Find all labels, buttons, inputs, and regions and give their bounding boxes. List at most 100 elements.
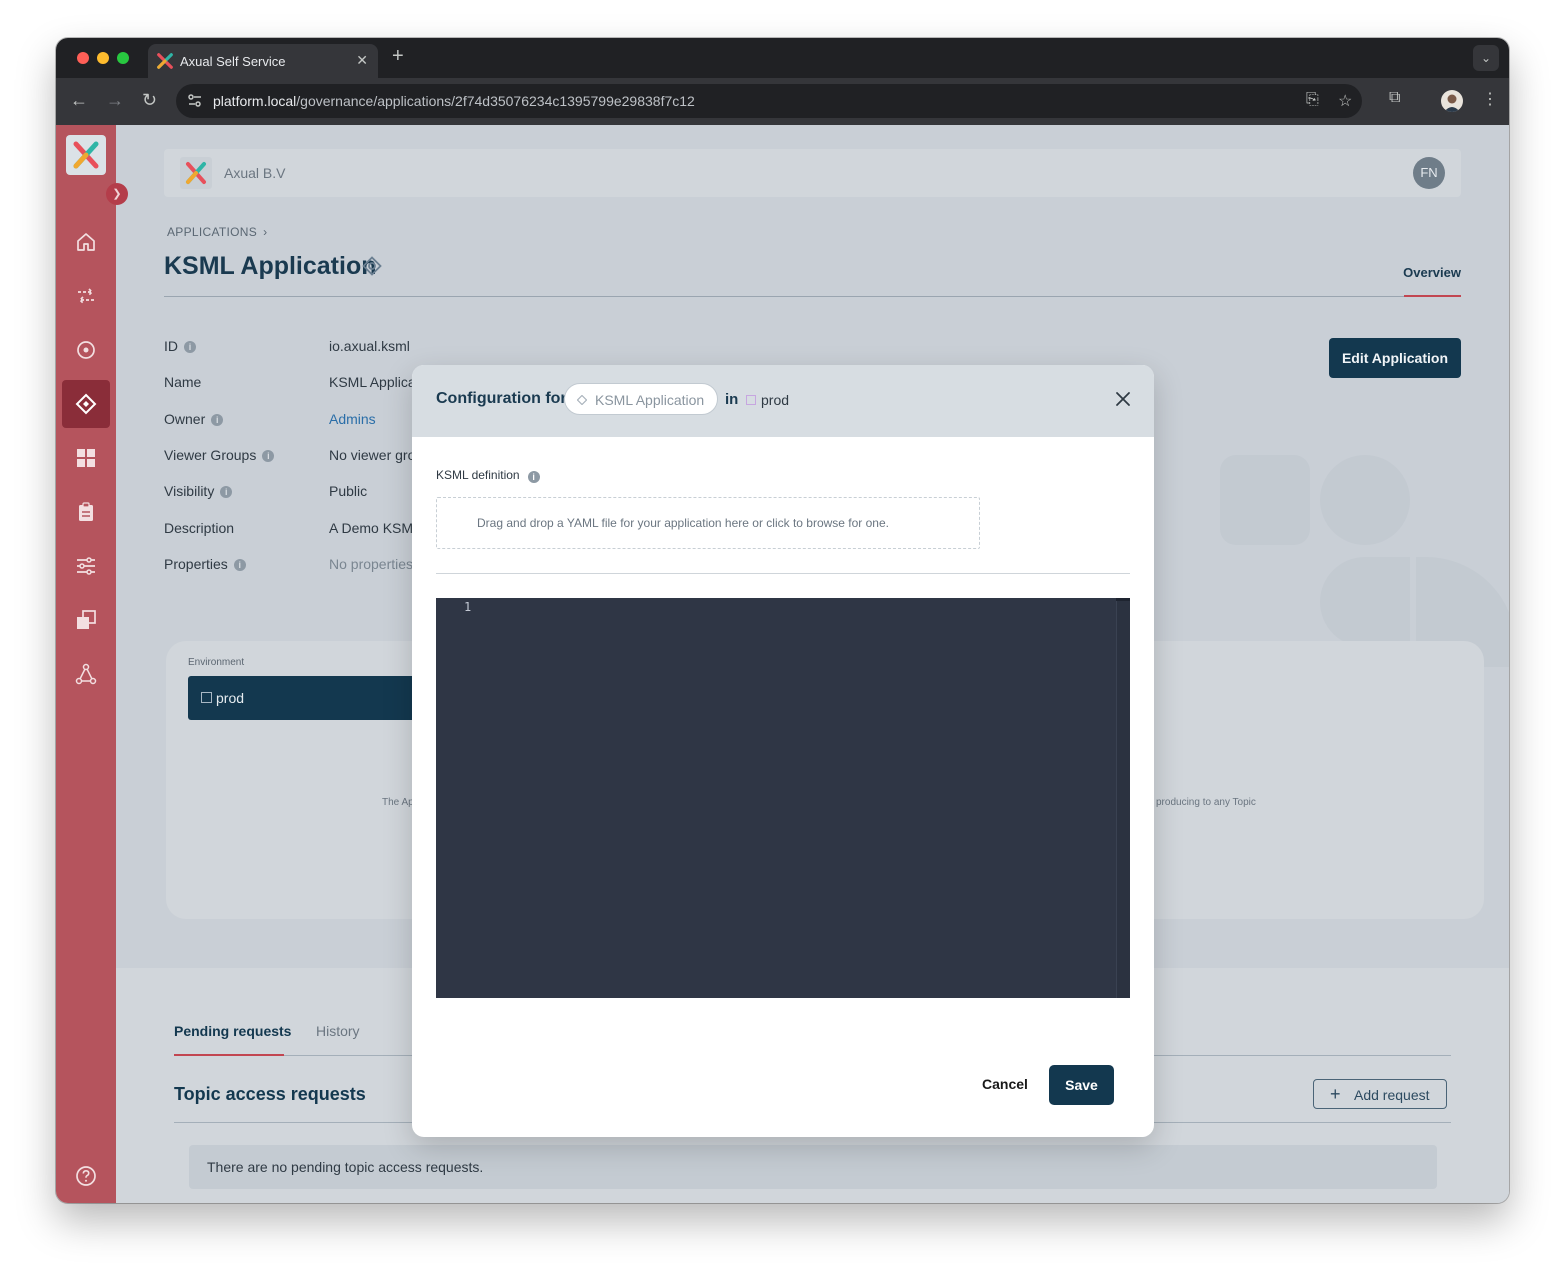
plus-icon: + [1330, 1084, 1341, 1104]
sidebar-item-dashboard[interactable] [62, 434, 110, 482]
sidebar-logo[interactable] [66, 135, 106, 175]
modal-title: Configuration for [436, 390, 567, 407]
environment-message-right: producing to any Topic [1156, 797, 1256, 808]
browser-tab[interactable]: Axual Self Service ✕ [148, 44, 378, 78]
network-icon [75, 663, 97, 685]
minimize-window-button[interactable] [97, 52, 109, 64]
install-app-icon[interactable]: ⎘ [1306, 91, 1319, 109]
edit-application-button[interactable]: Edit Application [1329, 338, 1461, 378]
tab-pending-indicator [174, 1054, 284, 1056]
axual-logo-icon [157, 53, 173, 69]
add-request-button[interactable]: + Add request [1313, 1079, 1447, 1109]
info-icon[interactable]: i [184, 341, 196, 353]
tab-history[interactable]: History [316, 1023, 360, 1039]
sidebar-item-applications[interactable] [62, 380, 110, 428]
topic-requests-title: Topic access requests [174, 1084, 366, 1104]
cancel-button[interactable]: Cancel [982, 1076, 1028, 1092]
sidebar-item-requests[interactable] [62, 488, 110, 536]
extensions-icon[interactable]: ⧉ [1389, 89, 1400, 107]
app-root: ❯ Axual B.V FN APPLICATIONS › KSML Appli… [56, 125, 1509, 1203]
prop-value-id: io.axual.ksml [329, 338, 410, 354]
sidebar-item-environments[interactable] [62, 596, 110, 644]
application-icon [362, 256, 382, 276]
help-icon[interactable] [75, 1165, 97, 1187]
close-window-button[interactable] [77, 52, 89, 64]
org-logo[interactable] [180, 157, 212, 189]
grid-icon [77, 449, 95, 467]
sidebar-item-topics[interactable] [62, 326, 110, 374]
maximize-window-button[interactable] [117, 52, 129, 64]
prop-label-description: Description [164, 520, 235, 536]
decorative-shape [1320, 557, 1410, 647]
prop-label-viewer-groups: Viewer Groups i [164, 447, 275, 463]
modal-header: Configuration for KSML Application in pr… [412, 365, 1154, 437]
site-settings-icon[interactable] [186, 92, 204, 110]
bookmark-star-icon[interactable]: ☆ [1338, 91, 1352, 111]
clipboard-icon [79, 502, 93, 521]
save-button[interactable]: Save [1049, 1065, 1114, 1105]
empty-state: There are no pending topic access reques… [189, 1145, 1437, 1189]
editor-scrollbar-thumb[interactable] [1116, 598, 1130, 601]
browser-menu-icon[interactable]: ⋮ [1482, 89, 1498, 109]
back-icon[interactable]: ← [70, 90, 88, 111]
sidebar-item-settings[interactable] [62, 542, 110, 590]
browser-toolbar: ← → ↻ platform.local/governance/applicat… [56, 78, 1509, 125]
prop-value-viewer-groups: No viewer gro [329, 447, 416, 463]
org-name: Axual B.V [224, 165, 286, 181]
page-title: KSML Application [164, 252, 377, 280]
tab-overview[interactable]: Overview [1403, 265, 1461, 280]
prop-value-properties: No properties [329, 556, 414, 572]
application-pill: KSML Application [564, 383, 718, 415]
streams-icon [78, 288, 94, 304]
environment-icon [746, 395, 756, 405]
tab-overview-indicator [1404, 295, 1461, 297]
modal-divider [436, 573, 1130, 574]
info-icon[interactable]: i [527, 471, 540, 483]
tab-close-icon[interactable]: ✕ [356, 52, 368, 69]
home-icon [77, 233, 95, 251]
sidebar: ❯ [56, 125, 128, 1203]
reload-icon[interactable]: ↻ [142, 90, 157, 111]
line-number: 1 [464, 600, 472, 614]
decorative-shape [1220, 455, 1310, 545]
prop-label-owner: Owner i [164, 411, 224, 427]
modal-in-label: in [725, 391, 739, 408]
axual-logo-icon [186, 162, 206, 184]
topic-icon [77, 341, 95, 359]
environment-message-left: The Ap [382, 797, 414, 808]
yaml-dropzone[interactable]: Drag and drop a YAML file for your appli… [436, 497, 980, 549]
user-avatar[interactable]: FN [1413, 157, 1445, 189]
title-divider [164, 296, 1461, 297]
axual-logo-icon [73, 141, 99, 169]
info-icon[interactable]: i [211, 414, 224, 426]
profile-avatar[interactable] [1441, 90, 1463, 112]
sidebar-item-instances[interactable] [62, 650, 110, 698]
browser-window: Axual Self Service ✕ + ⌄ ← → ↻ platform.… [56, 38, 1509, 1203]
breadcrumb[interactable]: APPLICATIONS › [167, 225, 267, 239]
modal-environment: prod [761, 392, 790, 408]
address-bar[interactable]: platform.local/governance/applications/2… [176, 84, 1362, 118]
sidebar-item-streams[interactable] [62, 272, 110, 320]
forward-icon[interactable]: → [106, 90, 124, 111]
decorative-shape [1320, 455, 1410, 545]
environment-icon [201, 692, 212, 703]
close-icon[interactable] [1114, 390, 1132, 408]
environment-prod-item[interactable]: prod [188, 676, 448, 720]
owner-link[interactable]: Admins [329, 411, 376, 427]
info-icon[interactable]: i [233, 559, 246, 571]
environment-label: Environment [188, 657, 245, 668]
tab-pending-requests[interactable]: Pending requests [174, 1023, 291, 1039]
editor-scrollbar[interactable] [1116, 598, 1130, 998]
application-icon [577, 395, 587, 405]
info-icon[interactable]: i [262, 450, 275, 462]
prop-label-name: Name [164, 374, 202, 390]
prop-value-description: A Demo KSM [329, 520, 414, 536]
info-icon[interactable]: i [220, 486, 233, 498]
url-text: platform.local/governance/applications/2… [213, 93, 695, 109]
prop-label-properties: Properties i [164, 556, 246, 572]
sidebar-item-home[interactable] [62, 218, 110, 266]
ksml-code-editor[interactable]: 1 [436, 598, 1130, 998]
new-tab-icon[interactable]: + [392, 45, 404, 68]
tab-search-icon[interactable]: ⌄ [1473, 45, 1499, 71]
prop-value-name: KSML Applica [329, 374, 416, 390]
